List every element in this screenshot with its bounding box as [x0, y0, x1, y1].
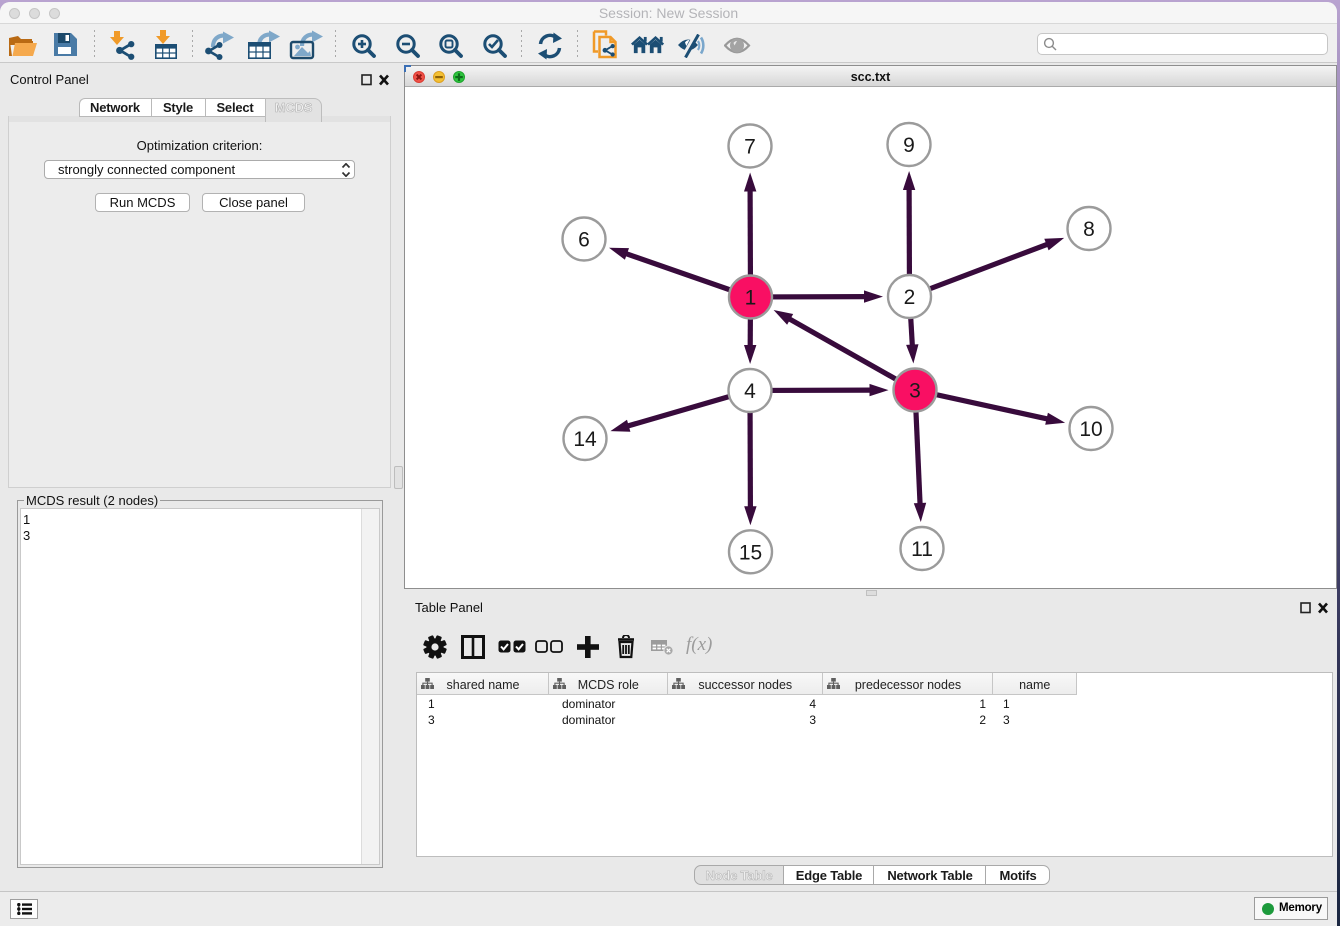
svg-text:11: 11 [911, 538, 933, 561]
svg-text:3: 3 [909, 380, 921, 403]
svg-text:8: 8 [1083, 218, 1095, 241]
svg-text:14: 14 [573, 428, 597, 451]
svg-text:9: 9 [903, 134, 915, 157]
svg-text:15: 15 [739, 541, 762, 564]
svg-text:6: 6 [578, 229, 590, 252]
svg-text:10: 10 [1079, 418, 1102, 441]
svg-text:1: 1 [745, 287, 757, 310]
svg-text:2: 2 [904, 286, 916, 309]
svg-text:7: 7 [744, 136, 756, 159]
svg-text:4: 4 [744, 380, 756, 403]
